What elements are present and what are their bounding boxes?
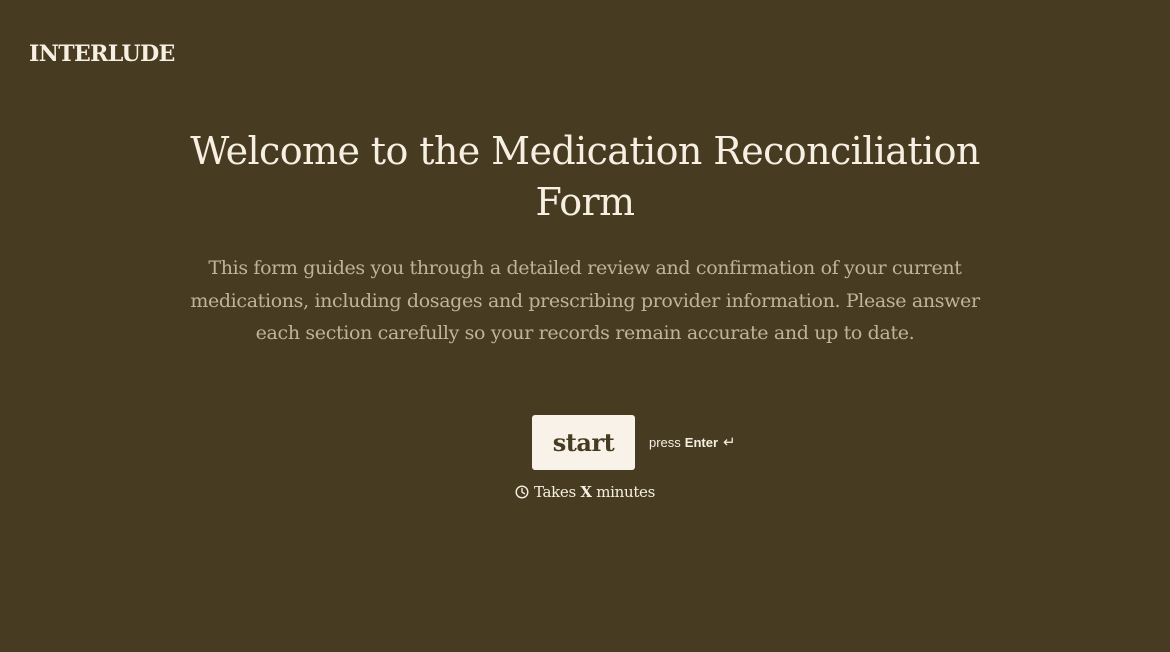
form-description: This form guides you through a detailed …	[190, 257, 980, 344]
duration-suffix: minutes	[596, 483, 656, 501]
enter-key-label: Enter	[684, 435, 719, 450]
brand-logo: INTERLUDE	[29, 41, 175, 67]
hint-prefix: press	[649, 435, 681, 450]
enter-key-icon: ↵	[723, 434, 736, 451]
duration-info: Takes X minutes	[0, 483, 1170, 501]
duration-prefix: Takes	[533, 483, 576, 501]
clock-icon	[515, 485, 529, 499]
welcome-screen: Welcome to the Medication Reconciliation…	[0, 126, 1170, 350]
start-button[interactable]: start	[532, 415, 635, 470]
start-actions: start press Enter ↵	[532, 415, 736, 470]
page-title: Welcome to the Medication Reconciliation…	[190, 129, 980, 224]
keyboard-hint: press Enter ↵	[649, 435, 736, 450]
duration-value: X	[580, 483, 592, 501]
